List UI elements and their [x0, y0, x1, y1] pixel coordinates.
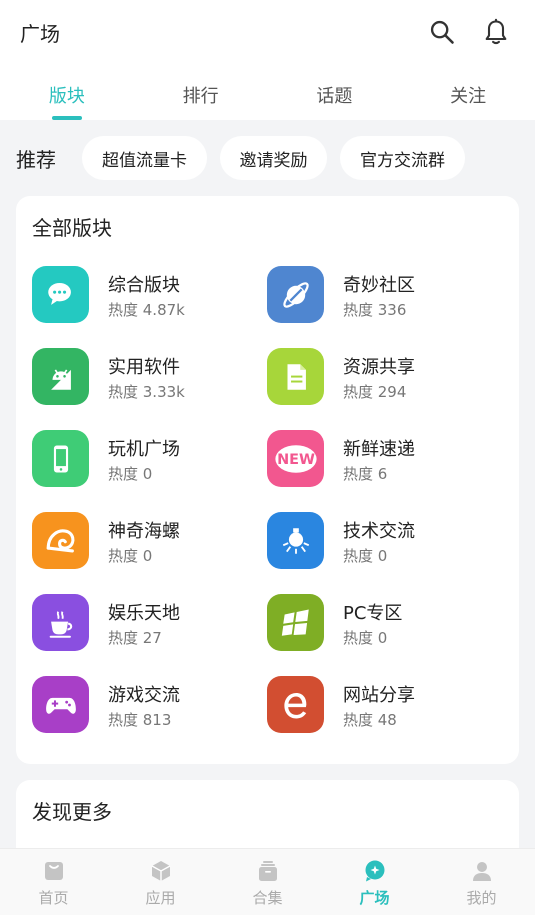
board-name: 游戏交流	[108, 685, 180, 706]
chat-bubbles-icon	[32, 266, 89, 323]
gamepad-icon	[32, 676, 89, 733]
nav-square[interactable]: 广场	[321, 849, 428, 915]
board-heat: 热度 4.87k	[108, 301, 185, 319]
nav-profile[interactable]: 我的	[428, 849, 535, 915]
board-heat: 热度 0	[343, 547, 388, 565]
chip-data-card[interactable]: 超值流量卡	[82, 136, 207, 180]
board-item[interactable]: PC专区 热度 0	[267, 594, 497, 652]
board-name: 实用软件	[108, 357, 180, 378]
home-icon	[44, 862, 63, 880]
chip-invite-reward[interactable]: 邀请奖励	[220, 136, 327, 180]
document-icon	[267, 348, 324, 405]
nav-apps-label: 应用	[145, 889, 176, 907]
board-heat: 热度 3.33k	[108, 383, 185, 401]
nav-home-label: 首页	[38, 889, 69, 907]
board-heat: 热度 336	[343, 301, 407, 319]
phone-icon	[32, 430, 89, 487]
board-item[interactable]: 综合版块 热度 4.87k	[32, 266, 262, 324]
page-title: 广场	[20, 22, 60, 46]
planet-icon	[267, 266, 324, 323]
all-boards-card: 全部版块 综合版块 热度 4.87k 奇妙社区 热度 336 实用软件 热度 3…	[16, 196, 519, 764]
windows-icon	[267, 594, 324, 651]
coffee-cup-icon	[32, 594, 89, 651]
board-item[interactable]: 神奇海螺 热度 0	[32, 512, 262, 570]
new-badge-icon: NEW	[267, 430, 324, 487]
ie-browser-icon	[267, 676, 324, 733]
bottom-nav: 首页 应用 合集 广场 我的	[0, 848, 535, 915]
board-heat: 热度 48	[343, 711, 397, 729]
android-icon	[32, 348, 89, 405]
board-name: PC专区	[343, 603, 403, 624]
board-name: 资源共享	[343, 357, 415, 378]
board-heat: 热度 813	[108, 711, 172, 729]
board-item[interactable]: 资源共享 热度 294	[267, 348, 497, 406]
seashell-icon	[32, 512, 89, 569]
lightbulb-icon	[267, 512, 324, 569]
board-heat: 热度 6	[343, 465, 388, 483]
discover-more-title: 发现更多	[32, 800, 112, 824]
collection-icon	[258, 861, 277, 881]
nav-profile-label: 我的	[466, 889, 497, 907]
tab-topics[interactable]: 话题	[268, 76, 402, 120]
board-item[interactable]: 网站分享 热度 48	[267, 676, 497, 734]
board-name: 技术交流	[343, 521, 415, 542]
section-tabs: 版块 排行 话题 关注	[0, 76, 535, 120]
recommend-label: 推荐	[16, 148, 56, 172]
board-item[interactable]: NEW 新鲜速递 热度 6	[267, 430, 497, 488]
box-icon	[151, 861, 170, 881]
board-name: 网站分享	[343, 685, 415, 706]
tab-boards[interactable]: 版块	[0, 76, 134, 120]
board-item[interactable]: 娱乐天地 热度 27	[32, 594, 262, 652]
board-item[interactable]: 游戏交流 热度 813	[32, 676, 262, 734]
nav-collections-label: 合集	[252, 889, 283, 907]
nav-collections[interactable]: 合集	[214, 849, 321, 915]
board-name: 新鲜速递	[343, 439, 415, 460]
board-item[interactable]: 玩机广场 热度 0	[32, 430, 262, 488]
tab-following[interactable]: 关注	[401, 76, 535, 120]
board-item[interactable]: 技术交流 热度 0	[267, 512, 497, 570]
recommend-row: 推荐 超值流量卡 邀请奖励 官方交流群	[0, 120, 535, 198]
nav-square-label: 广场	[359, 889, 390, 907]
bell-icon	[485, 18, 507, 45]
board-heat: 热度 294	[343, 383, 407, 401]
board-name: 奇妙社区	[343, 275, 415, 296]
board-heat: 热度 27	[108, 629, 162, 647]
notification-button[interactable]	[480, 16, 512, 48]
board-name: 综合版块	[108, 275, 180, 296]
svg-text:NEW: NEW	[277, 452, 315, 468]
search-icon	[430, 20, 454, 44]
chip-official-group[interactable]: 官方交流群	[340, 136, 465, 180]
board-heat: 热度 0	[108, 547, 153, 565]
search-button[interactable]	[426, 16, 458, 48]
board-name: 玩机广场	[108, 439, 180, 460]
board-heat: 热度 0	[343, 629, 388, 647]
board-item[interactable]: 实用软件 热度 3.33k	[32, 348, 262, 406]
board-name: 娱乐天地	[108, 603, 180, 624]
top-bar: 广场 版块 排行 话题 关注	[0, 0, 535, 120]
nav-home[interactable]: 首页	[0, 849, 107, 915]
board-item[interactable]: 奇妙社区 热度 336	[267, 266, 497, 324]
square-chat-icon	[365, 860, 384, 882]
board-heat: 热度 0	[108, 465, 153, 483]
all-boards-title: 全部版块	[32, 216, 112, 240]
tab-ranking[interactable]: 排行	[134, 76, 268, 120]
board-name: 神奇海螺	[108, 521, 180, 542]
nav-apps[interactable]: 应用	[107, 849, 214, 915]
person-icon	[472, 862, 491, 881]
